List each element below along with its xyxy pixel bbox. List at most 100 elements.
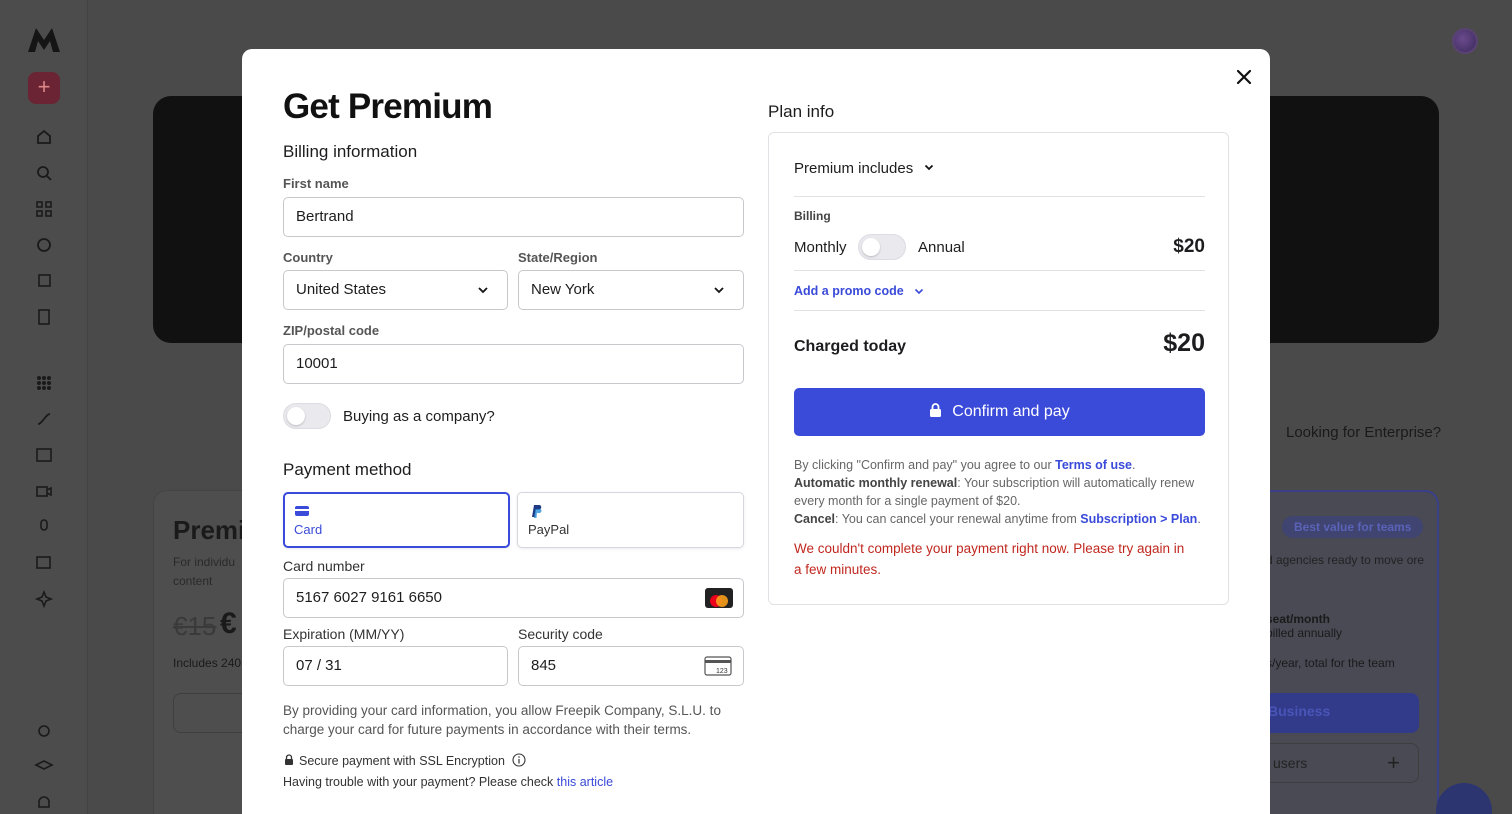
users-label: users (1273, 755, 1308, 771)
toggle-knob (862, 238, 880, 256)
country-value: United States (296, 281, 387, 298)
chat-support-button[interactable] (1436, 783, 1492, 814)
bell-icon[interactable] (34, 793, 54, 813)
monthly-label: Monthly (794, 239, 847, 256)
toggle-knob (287, 407, 305, 425)
lock-icon (930, 403, 942, 417)
close-icon[interactable] (1232, 65, 1256, 89)
billing-heading: Billing information (283, 142, 418, 161)
company-toggle[interactable] (283, 403, 331, 429)
card-number-field[interactable]: 5167 6027 9161 6650 (283, 578, 744, 618)
annual-label: Annual (918, 239, 965, 256)
chevron-down-icon (925, 164, 934, 171)
card-icon (295, 506, 309, 516)
business-plan-total: s/year, total for the team (1266, 656, 1395, 670)
expiration-label: Expiration (MM/YY) (283, 626, 405, 642)
svg-text:123: 123 (716, 668, 728, 675)
expiration-field[interactable]: 07 / 31 (283, 646, 508, 686)
payment-option-paypal[interactable]: PayPal (517, 492, 744, 548)
cancel-text: : You can cancel your renewal anytime fr… (835, 512, 1077, 526)
plan-info-heading: Plan info (768, 102, 835, 121)
academy-icon[interactable] (34, 757, 54, 777)
confirm-and-pay-button[interactable]: Confirm and pay (794, 388, 1205, 436)
charged-today-label: Charged today (794, 338, 907, 355)
business-plan-description: d agencies ready to move ore (1266, 553, 1425, 567)
state-label: State/Region (518, 250, 598, 265)
charged-today-value: $20 (1163, 329, 1205, 357)
chevron-down-icon (478, 287, 488, 294)
country-label: Country (283, 250, 333, 265)
enterprise-link[interactable]: Looking for Enterprise? (1286, 424, 1441, 441)
auto-renew-label: Automatic monthly renewal (794, 476, 958, 490)
country-select[interactable]: United States (283, 270, 508, 310)
billing-label: Billing (794, 209, 831, 223)
premium-includes-toggle[interactable]: Premium includes (794, 160, 1205, 177)
ssl-note-label: Secure payment with SSL Encryption (299, 754, 505, 768)
payment-heading: Payment method (283, 460, 412, 479)
ssl-note: Secure payment with SSL Encryption (283, 751, 526, 771)
business-plan-seat-price: seat/month billed annually (1266, 612, 1343, 640)
billing-row: Monthly Annual $20 (794, 234, 1205, 263)
trouble-text-label: Having trouble with your payment? Please… (283, 775, 554, 789)
chevron-down-icon (915, 288, 924, 295)
sparkle-icon[interactable] (34, 589, 54, 609)
security-code-value: 845 (531, 657, 557, 674)
payment-option-label: PayPal (528, 522, 570, 537)
plan-summary-card: Premium includes Billing Monthly Annual … (768, 132, 1229, 605)
mastercard-icon (705, 588, 733, 608)
app-sidebar: + (0, 0, 88, 814)
info-icon[interactable] (512, 753, 526, 767)
premium-includes-label: Premium includes (794, 160, 914, 177)
best-value-badge: Best value for teams (1282, 516, 1424, 538)
cancel-label: Cancel (794, 512, 835, 526)
book-icon[interactable] (34, 307, 54, 327)
charged-today-row: Charged today $20 (794, 329, 1205, 361)
state-value: New York (531, 281, 595, 298)
payment-option-label: Card (294, 522, 323, 537)
user-avatar[interactable] (1452, 28, 1478, 54)
chat-sparkle-icon[interactable] (34, 553, 54, 573)
cvc-card-icon: 123 (704, 656, 732, 676)
plugin-icon[interactable] (34, 721, 54, 741)
help-article-link[interactable]: this article (557, 775, 613, 789)
pricing-icon[interactable] (34, 235, 54, 255)
page-title: Get Premium (283, 87, 493, 126)
terms-of-use-link[interactable]: Terms of use (1055, 458, 1132, 472)
paypal-icon (532, 505, 542, 518)
security-code-field[interactable]: 845 123 (518, 646, 744, 686)
create-button[interactable]: + (28, 72, 60, 104)
search-icon[interactable] (34, 163, 54, 183)
divider (794, 310, 1205, 311)
billing-period-toggle[interactable] (858, 234, 906, 260)
promo-code-toggle[interactable]: Add a promo code (794, 283, 1205, 298)
divider (794, 270, 1205, 271)
plan-card-description: For individu content (173, 555, 236, 588)
legal-text: By clicking "Confirm and pay" you agree … (794, 458, 1201, 526)
home-icon[interactable] (34, 127, 54, 147)
card-number-label: Card number (283, 558, 365, 574)
logo-icon[interactable] (26, 26, 62, 54)
plan-card-old-price: €15 (173, 611, 217, 641)
collections-icon[interactable] (34, 271, 54, 291)
first-name-field[interactable]: Bertrand (283, 197, 744, 237)
subscription-plan-link[interactable]: Subscription > Plan (1080, 512, 1197, 526)
apps-icon[interactable] (34, 199, 54, 219)
legal-prefix: By clicking "Confirm and pay" you agree … (794, 458, 1052, 472)
plus-icon[interactable]: + (1387, 750, 1400, 776)
chevron-down-icon (714, 287, 724, 294)
image-icon[interactable] (34, 445, 54, 465)
get-premium-modal: Get Premium Billing information First na… (242, 49, 1270, 814)
plan-price: $20 (1173, 236, 1205, 257)
zip-field[interactable]: 10001 (283, 344, 744, 384)
plan-card-new-price: € (220, 607, 237, 640)
lock-icon (285, 754, 293, 765)
video-icon[interactable] (34, 481, 54, 501)
plan-card-includes: Includes 240 (173, 656, 242, 670)
microphone-icon[interactable] (34, 517, 54, 537)
grid-icon[interactable] (34, 373, 54, 393)
card-consent-text: By providing your card information, you … (283, 703, 721, 737)
payment-option-card[interactable]: Card (283, 492, 510, 548)
state-select[interactable]: New York (518, 270, 744, 310)
card-number-value: 5167 6027 9161 6650 (296, 589, 442, 606)
workflow-icon[interactable] (34, 409, 54, 429)
